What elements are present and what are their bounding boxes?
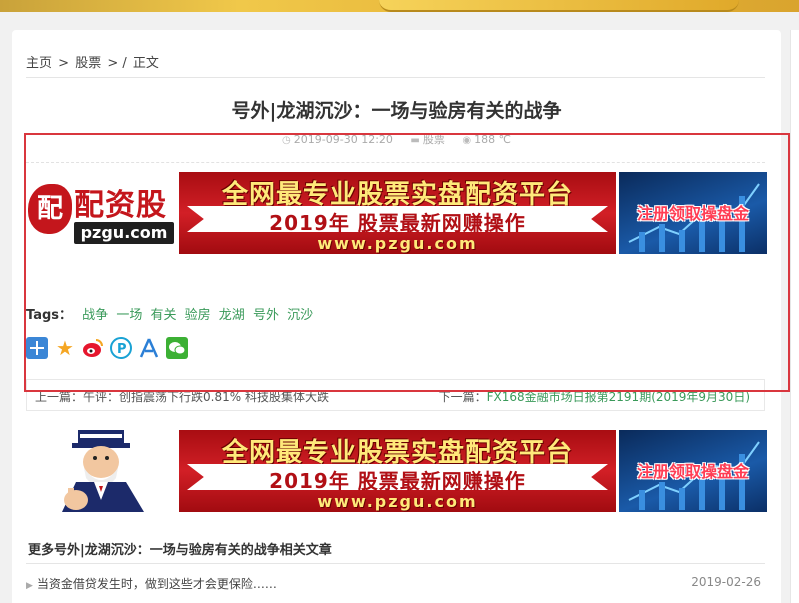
article-card: 主页 > 股票 > / 正文 号外|龙湖沉沙：一场与验房有关的战争 ◷ 2019-…	[12, 30, 781, 603]
ad-headline: 全网最专业股票实盘配资平台	[221, 180, 573, 210]
wechat-icon[interactable]	[166, 337, 188, 359]
breadcrumb-home[interactable]: 主页	[26, 56, 52, 71]
tag-link[interactable]: 龙湖	[219, 308, 245, 323]
ad-cta-text[interactable]: 注册领取操盘金	[623, 200, 763, 224]
ad-logo-url: pzgu.com	[74, 222, 174, 244]
next-article: 下一篇：FX168金融市场日报第2191期(2019年9月30日)	[439, 388, 750, 405]
share-toolbar: ★ P	[26, 337, 188, 359]
page-title: 号外|龙湖沉沙：一场与验房有关的战争	[231, 100, 562, 122]
ad-logo-seal: 配	[28, 184, 72, 234]
tag-link[interactable]: 沉沙	[287, 308, 313, 323]
meta-views-text: 188 ℃	[474, 133, 511, 146]
divider	[26, 563, 765, 564]
ad-cta-panel[interactable]: 注册领取操盘金	[619, 430, 767, 512]
uncle-sam-mascot-icon	[62, 430, 144, 512]
svg-text:P: P	[117, 342, 127, 357]
related-article-date: 2019-02-26	[691, 575, 761, 589]
sidebar-edge	[790, 30, 799, 603]
ad-banner-bottom[interactable]: 全网最专业股票实盘配资平台 2019年 股票最新网赚操作 www.pzgu.co…	[26, 430, 767, 512]
meta-views: ◉ 188 ℃	[462, 133, 511, 146]
tag-link[interactable]: 战争	[82, 308, 108, 323]
related-article-link[interactable]: 当资金借贷发生时，做到这些才会更保险……	[37, 577, 277, 591]
breadcrumb-separator: > /	[107, 56, 127, 71]
next-label: 下一篇：	[438, 390, 487, 404]
header-decoration	[379, 0, 739, 12]
tag-link[interactable]: 验房	[185, 308, 211, 323]
meta-category-text[interactable]: 股票	[423, 133, 445, 146]
divider	[26, 77, 765, 78]
top-decoration-strip	[0, 0, 799, 12]
ad-subline: 2019年 股票最新网赚操作	[269, 211, 526, 235]
meta-date: ◷ 2019-09-30 12:20	[282, 133, 396, 146]
breadcrumb-separator: >	[58, 56, 70, 71]
divider	[26, 162, 765, 163]
weibo-icon[interactable]	[82, 337, 104, 359]
next-article-link[interactable]: FX168金融市场日报第2191期(2019年9月30日)	[487, 390, 750, 404]
ad-banner-top[interactable]: 配 配资股 pzgu.com 全网最专业股票实盘配资平台 2019年 股票最新网…	[26, 172, 767, 254]
ad-logo: 配 配资股 pzgu.com	[26, 172, 178, 254]
breadcrumb: 主页 > 股票 > / 正文	[26, 52, 161, 71]
tag-link[interactable]: 有关	[150, 308, 176, 323]
ad-cta-panel[interactable]: 注册领取操盘金	[619, 172, 767, 254]
tags-label: Tags：	[26, 308, 73, 323]
caret-right-icon: ▶	[26, 581, 33, 591]
meta-category[interactable]: ▬ 股票	[410, 133, 448, 146]
breadcrumb-category[interactable]: 股票	[75, 56, 101, 71]
tag-link[interactable]: 一场	[116, 308, 142, 323]
people-icon[interactable]	[138, 337, 160, 359]
ad-url: www.pzgu.com	[317, 492, 478, 511]
folder-icon: ▬	[410, 135, 420, 146]
list-item[interactable]: ▶ 当资金借贷发生时，做到这些才会更保险…… 2019-02-26	[26, 575, 765, 595]
pinterest-icon[interactable]: P	[110, 337, 132, 359]
star-favorite-icon[interactable]: ★	[54, 337, 76, 359]
clock-icon: ◷	[282, 135, 291, 146]
ad-mascot-panel	[26, 430, 178, 512]
prev-article: 上一篇：午评：创指震荡下行跌0.81% 科技股集体大跌	[35, 388, 329, 405]
ad-url: www.pzgu.com	[317, 234, 478, 253]
ad-main-panel[interactable]: 全网最专业股票实盘配资平台 2019年 股票最新网赚操作 www.pzgu.co…	[179, 172, 616, 254]
ad-logo-text: 配资股	[74, 188, 167, 223]
related-heading: 更多号外|龙湖沉沙：一场与验房有关的战争相关文章	[28, 543, 332, 558]
ad-headline: 全网最专业股票实盘配资平台	[221, 438, 573, 468]
tags-list: Tags： 战争 一场 有关 验房 龙湖 号外 沉沙	[26, 304, 317, 323]
ad-cta-text[interactable]: 注册领取操盘金	[623, 458, 763, 482]
tag-link[interactable]: 号外	[253, 308, 279, 323]
article-meta: ◷ 2019-09-30 12:20 ▬ 股票 ◉ 188 ℃	[12, 131, 781, 147]
prev-article-link[interactable]: 午评：创指震荡下行跌0.81% 科技股集体大跌	[83, 390, 329, 404]
plus-share-icon[interactable]	[26, 337, 48, 359]
ad-subline: 2019年 股票最新网赚操作	[269, 469, 526, 493]
ad-main-panel[interactable]: 全网最专业股票实盘配资平台 2019年 股票最新网赚操作 www.pzgu.co…	[179, 430, 616, 512]
meta-date-text: 2019-09-30 12:20	[293, 133, 393, 146]
prev-next-nav: 上一篇：午评：创指震荡下行跌0.81% 科技股集体大跌 下一篇：FX168金融市…	[26, 379, 765, 411]
eye-icon: ◉	[462, 135, 472, 146]
prev-label: 上一篇：	[35, 390, 84, 404]
breadcrumb-current: 正文	[132, 56, 159, 71]
